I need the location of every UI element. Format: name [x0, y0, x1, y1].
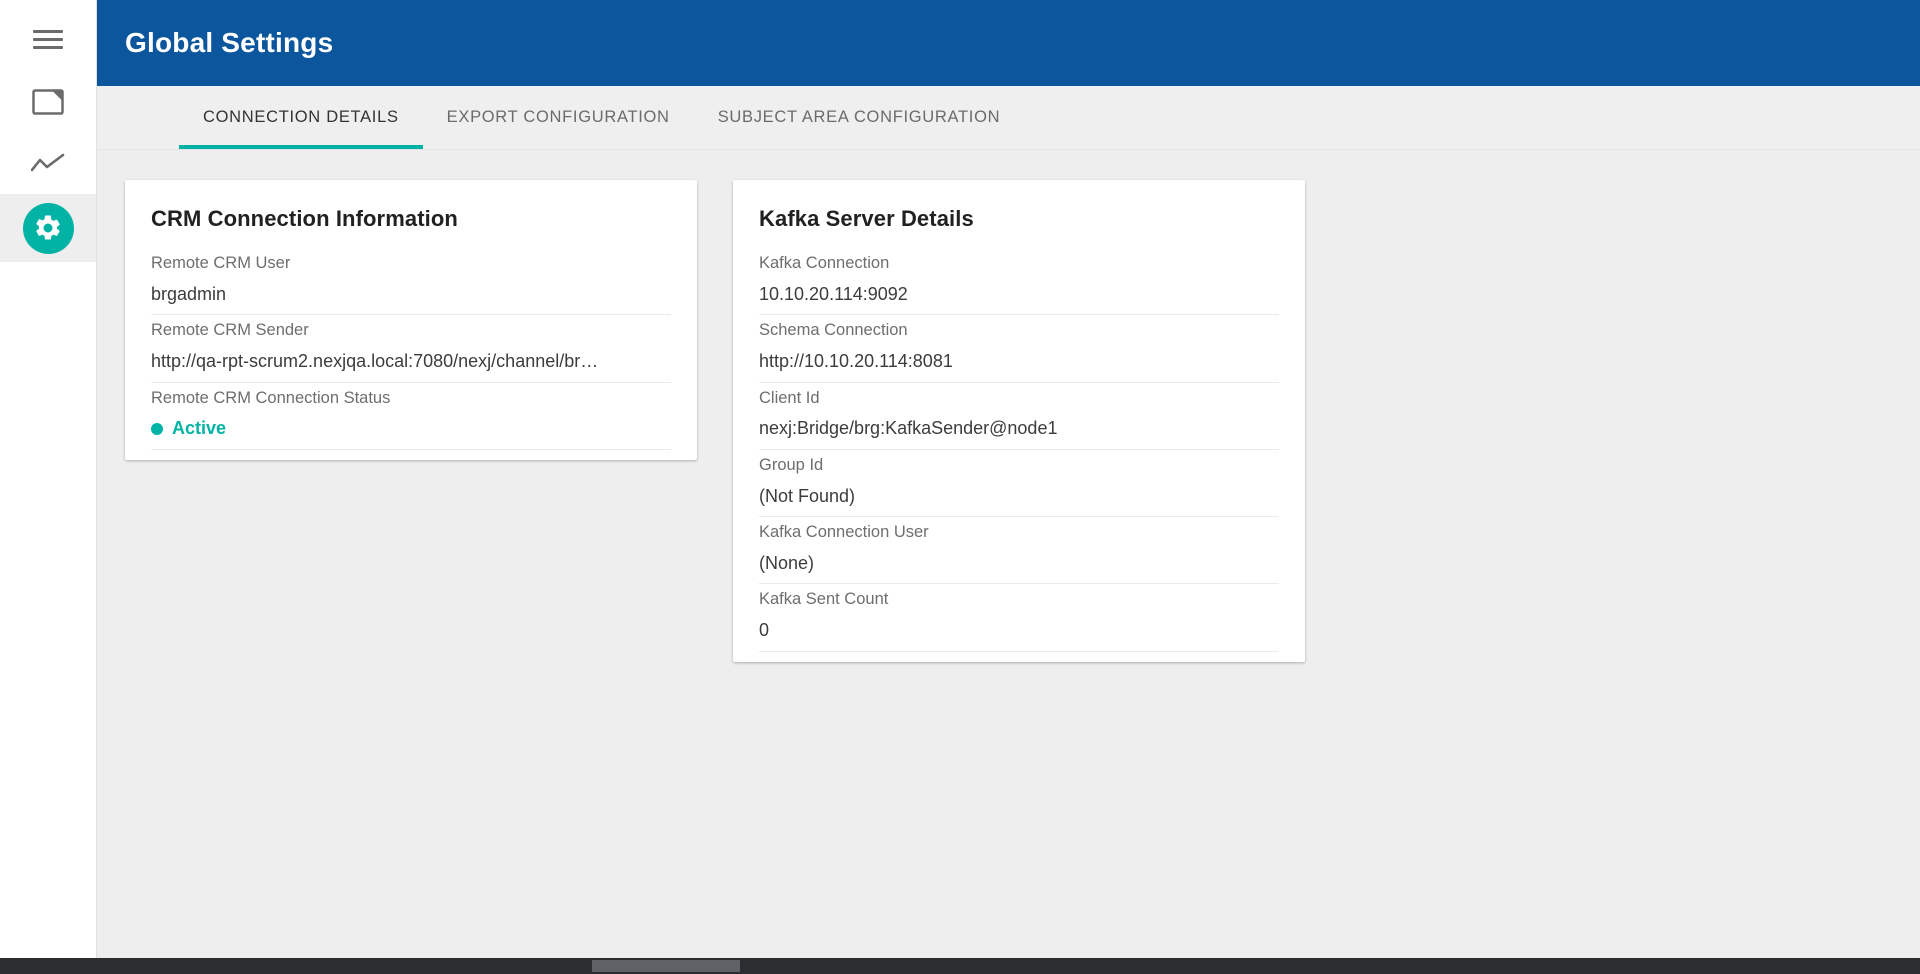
page-title: Global Settings — [125, 27, 333, 59]
line-chart-icon — [31, 153, 65, 175]
field-label: Schema Connection — [759, 321, 1279, 341]
field-label: Kafka Sent Count — [759, 590, 1279, 610]
tab-label: CONNECTION DETAILS — [203, 108, 399, 127]
tab-export-configuration[interactable]: EXPORT CONFIGURATION — [423, 86, 694, 149]
field-value: brgadmin — [151, 283, 671, 306]
field-kafka-sent-count: Kafka Sent Count 0 — [759, 584, 1279, 651]
field-kafka-connection: Kafka Connection 10.10.20.114:9092 — [759, 248, 1279, 315]
field-label: Group Id — [759, 456, 1279, 476]
sidebar-rail — [0, 0, 97, 974]
horizontal-scrollbar[interactable] — [0, 958, 1920, 974]
tab-subject-area-configuration[interactable]: SUBJECT AREA CONFIGURATION — [694, 86, 1025, 149]
sidebar-item-analytics[interactable] — [0, 134, 96, 194]
tab-bar: CONNECTION DETAILS EXPORT CONFIGURATION … — [97, 86, 1920, 150]
content-area: CRM Connection Information Remote CRM Us… — [97, 150, 1920, 974]
field-kafka-connection-user: Kafka Connection User (None) — [759, 517, 1279, 584]
hamburger-menu-icon — [33, 29, 63, 51]
field-schema-connection: Schema Connection http://10.10.20.114:80… — [759, 315, 1279, 382]
main-column: Global Settings CONNECTION DETAILS EXPOR… — [97, 0, 1920, 974]
field-group-id: Group Id (Not Found) — [759, 450, 1279, 517]
sidebar-item-menu-toggle[interactable] — [0, 10, 96, 70]
app-header: Global Settings — [97, 0, 1920, 86]
field-value: nexj:Bridge/brg:KafkaSender@node1 — [759, 417, 1279, 440]
card-title: CRM Connection Information — [151, 206, 671, 232]
status-label: Active — [172, 417, 226, 440]
tab-label: SUBJECT AREA CONFIGURATION — [718, 108, 1001, 127]
gear-icon — [23, 203, 74, 254]
field-value: http://qa-rpt-scrum2.nexjqa.local:7080/n… — [151, 350, 671, 373]
field-remote-crm-user: Remote CRM User brgadmin — [151, 248, 671, 315]
field-remote-crm-sender: Remote CRM Sender http://qa-rpt-scrum2.n… — [151, 315, 671, 382]
field-value: (None) — [759, 552, 1279, 575]
sidebar-item-documents[interactable] — [0, 72, 96, 132]
status-badge: Active — [151, 417, 671, 440]
crm-connection-card: CRM Connection Information Remote CRM Us… — [125, 180, 697, 460]
card-title: Kafka Server Details — [759, 206, 1279, 232]
tab-label: EXPORT CONFIGURATION — [447, 108, 670, 127]
field-remote-crm-connection-status: Remote CRM Connection Status Active — [151, 383, 671, 450]
field-value: 0 — [759, 619, 1279, 642]
kafka-server-card: Kafka Server Details Kafka Connection 10… — [733, 180, 1305, 662]
field-label: Kafka Connection User — [759, 523, 1279, 543]
horizontal-scrollbar-thumb[interactable] — [592, 960, 740, 972]
field-value: (Not Found) — [759, 485, 1279, 508]
field-label: Remote CRM User — [151, 254, 671, 274]
tab-connection-details[interactable]: CONNECTION DETAILS — [179, 86, 423, 149]
field-client-id: Client Id nexj:Bridge/brg:KafkaSender@no… — [759, 383, 1279, 450]
field-label: Remote CRM Sender — [151, 321, 671, 341]
field-label: Kafka Connection — [759, 254, 1279, 274]
folder-icon — [32, 88, 64, 116]
field-label: Client Id — [759, 389, 1279, 409]
field-value: http://10.10.20.114:8081 — [759, 350, 1279, 373]
field-value: 10.10.20.114:9092 — [759, 283, 1279, 306]
field-label: Remote CRM Connection Status — [151, 389, 671, 409]
status-dot-icon — [151, 423, 163, 435]
sidebar-item-settings[interactable] — [0, 194, 96, 262]
app-root: Global Settings CONNECTION DETAILS EXPOR… — [0, 0, 1920, 974]
